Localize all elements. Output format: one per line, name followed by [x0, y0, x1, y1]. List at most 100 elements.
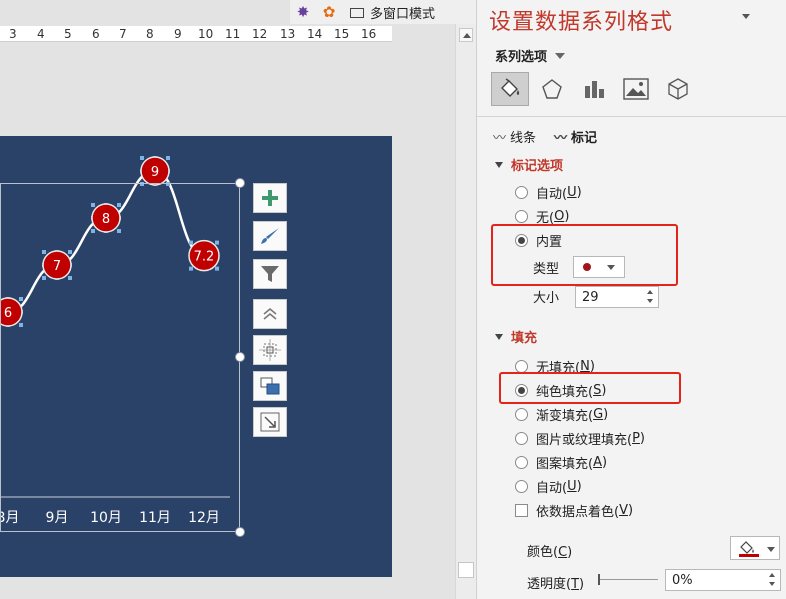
- paren-close: ): [639, 431, 645, 446]
- transparency-spinner[interactable]: 0%: [665, 569, 781, 591]
- marker-options-title: 标记选项: [511, 159, 564, 174]
- tab-marker[interactable]: 〰标记: [554, 127, 597, 146]
- point-selection-handle[interactable]: [140, 156, 144, 160]
- highlight-box-builtin: [491, 224, 678, 286]
- chart-filters-button[interactable]: [253, 259, 287, 289]
- format-category-icons: [491, 72, 701, 106]
- fill-section-header[interactable]: 填充: [495, 327, 537, 346]
- collapse-button[interactable]: [253, 299, 287, 329]
- spin-arrows-icon[interactable]: [646, 289, 656, 305]
- window-icon: [350, 8, 364, 18]
- auto-fill-label: 自动(: [536, 481, 568, 496]
- tab-marker-label: 标记: [571, 131, 598, 146]
- transparency-label-text: 透明度(: [527, 577, 572, 592]
- resize-handle-bottom-right[interactable]: [235, 527, 245, 537]
- vary-colors-key: V: [619, 503, 628, 518]
- scroll-up-button[interactable]: [459, 28, 473, 42]
- filter-icon: [261, 266, 279, 282]
- marker-auto-label: 自动(: [536, 187, 568, 202]
- resize-handle-top-right[interactable]: [235, 178, 245, 188]
- picture-fill-option[interactable]: 图片或纹理填充(P): [515, 429, 645, 448]
- marker-size-label: 大小: [533, 291, 560, 306]
- highlight-box-solid-fill: [499, 372, 681, 404]
- double-chevron-up-icon: [263, 308, 277, 320]
- current-color-swatch: [739, 554, 759, 557]
- radio-button[interactable]: [515, 432, 528, 445]
- radio-button[interactable]: [515, 210, 528, 223]
- paren-close: ): [603, 407, 609, 422]
- layout-options-button[interactable]: [253, 335, 287, 365]
- cube-icon: [668, 78, 688, 100]
- radio-button[interactable]: [515, 480, 528, 493]
- chart-selection-frame[interactable]: [0, 183, 240, 532]
- 3d-format-tab[interactable]: [659, 72, 697, 106]
- gradient-fill-option[interactable]: 渐变填充(G): [515, 405, 608, 424]
- paint-bucket-icon: [501, 78, 520, 97]
- radio-button[interactable]: [515, 186, 528, 199]
- marker-size-spinner[interactable]: 29: [575, 286, 659, 308]
- paren-close: ): [627, 503, 634, 518]
- transparency-value[interactable]: 0%: [672, 573, 693, 588]
- marker-options-section-header[interactable]: 标记选项: [495, 155, 563, 174]
- paren-close: ): [576, 185, 582, 200]
- pane-options-dropdown[interactable]: [742, 14, 750, 19]
- pane-title: 设置数据系列格式: [489, 10, 674, 35]
- slide-editor-area: ✸ ✿ 多窗口模式 3 4 5 6 7 8 9 10 11 12 13 14 1…: [0, 0, 476, 599]
- collapse-triangle-icon: [495, 162, 503, 168]
- bring-forward-icon: [260, 377, 280, 395]
- marker-auto-option[interactable]: 自动(U): [515, 183, 582, 202]
- radio-button[interactable]: [515, 408, 528, 421]
- gear-icon[interactable]: ✿: [316, 1, 342, 23]
- data-label: 9: [151, 165, 159, 180]
- pattern-fill-option[interactable]: 图案填充(A): [515, 453, 607, 472]
- tab-line[interactable]: 〰线条: [493, 127, 536, 146]
- bar-chart-icon: [585, 81, 604, 98]
- ruler-tick: 16: [361, 27, 377, 41]
- paren-close: ): [567, 545, 573, 560]
- arrange-button[interactable]: [253, 371, 287, 401]
- fill-color-picker[interactable]: [730, 536, 780, 560]
- scroll-thumb[interactable]: [458, 562, 474, 578]
- multi-window-mode-button[interactable]: 多窗口模式: [342, 1, 435, 23]
- multi-window-mode-label: 多窗口模式: [370, 6, 436, 22]
- divider: [477, 116, 786, 117]
- color-label-text: 颜色(: [527, 545, 559, 560]
- gradient-fill-label: 渐变填充(: [536, 409, 594, 424]
- chart-styles-button[interactable]: [253, 221, 287, 251]
- chart-elements-button[interactable]: [253, 183, 287, 213]
- resize-handle-right[interactable]: [235, 352, 245, 362]
- auto-fill-option[interactable]: 自动(U): [515, 477, 582, 496]
- series-options-dropdown[interactable]: 系列选项: [495, 46, 566, 65]
- transparency-label-key: T: [571, 577, 580, 592]
- picture-fill-label: 图片或纹理填充(: [536, 433, 633, 448]
- auto-fill-key: U: [567, 479, 577, 494]
- paren-close: ): [601, 455, 608, 470]
- vary-colors-label: 依数据点着色(: [536, 505, 620, 520]
- color-label: 颜色(C): [527, 541, 572, 560]
- radio-button[interactable]: [515, 456, 528, 469]
- paintbrush-icon: [261, 228, 279, 244]
- top-toolbar: ✸ ✿ 多窗口模式: [290, 0, 476, 24]
- spin-arrows-icon[interactable]: [768, 572, 778, 588]
- series-options-tab[interactable]: [575, 72, 613, 106]
- picture-tab[interactable]: [617, 72, 655, 106]
- transparency-slider[interactable]: [598, 574, 658, 585]
- fill-title: 填充: [511, 331, 538, 346]
- caret-down-icon: [555, 53, 566, 59]
- format-data-series-pane: 设置数据系列格式 系列选项 〰线条 〰标记 标记选项 自动(U) 无(O) 内置…: [476, 0, 786, 599]
- picture-fill-key: P: [632, 431, 640, 446]
- effects-tab[interactable]: [533, 72, 571, 106]
- vary-colors-option[interactable]: 依数据点着色(V): [515, 501, 633, 520]
- resize-icon: [260, 412, 280, 432]
- collapse-triangle-icon: [495, 334, 503, 340]
- checkbox[interactable]: [515, 504, 528, 517]
- vertical-scrollbar[interactable]: [455, 24, 476, 599]
- gradient-fill-key: G: [593, 407, 604, 422]
- pattern-fill-label: 图案填充(: [536, 457, 594, 472]
- color-label-key: C: [558, 545, 568, 560]
- fill-line-tab[interactable]: [491, 72, 529, 106]
- resize-button[interactable]: [253, 407, 287, 437]
- point-selection-handle[interactable]: [166, 156, 170, 160]
- marker-size-value[interactable]: 29: [582, 290, 599, 305]
- pattern-fill-key: A: [593, 455, 602, 470]
